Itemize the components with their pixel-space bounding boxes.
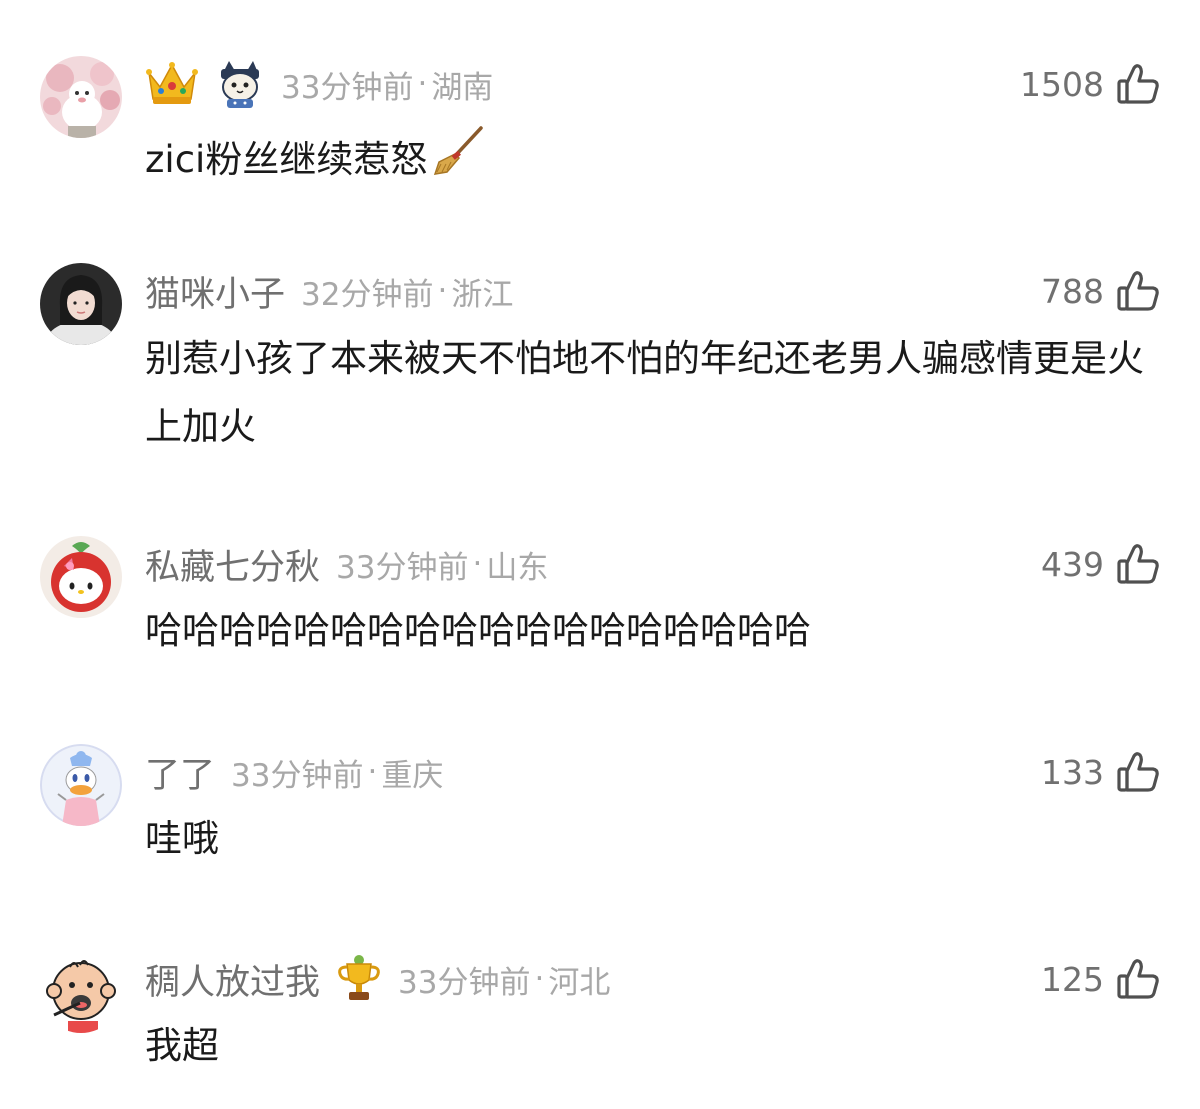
comment-item: 私藏七分秋 33分钟前 · 山东 439 哈哈哈哈哈哈哈哈哈哈哈哈哈哈哈哈哈哈 — [0, 536, 1200, 666]
like-count: 133 — [1041, 752, 1104, 792]
user-avatar[interactable] — [40, 56, 122, 138]
username[interactable]: 稠人放过我 — [145, 954, 320, 1005]
comment-location: 河北 — [548, 964, 611, 1001]
like-button[interactable]: 125 — [1041, 953, 1160, 1005]
username[interactable]: 了了 — [145, 747, 215, 798]
avatar-image-icon — [40, 263, 122, 345]
comment-text: 哈哈哈哈哈哈哈哈哈哈哈哈哈哈哈哈哈哈 — [145, 609, 811, 652]
avatar-image-icon — [40, 951, 122, 1033]
comment-item: 33分钟前 · 湖南 1508 zici粉丝继续惹怒 — [0, 56, 1200, 186]
comment-time: 33分钟前 — [281, 69, 414, 106]
thumbs-up-icon — [1116, 957, 1160, 1001]
broom-icon — [431, 124, 485, 199]
comment-time: 33分钟前 — [398, 964, 531, 1001]
avatar-image-icon — [40, 744, 122, 826]
comment-item: 稠人放过我 33分钟前 · 河北 125 我超 — [0, 951, 1200, 1081]
comment-text: 我超 — [145, 1024, 219, 1067]
crown-icon — [145, 61, 199, 107]
comment-meta: 33分钟前 · 湖南 — [145, 58, 493, 110]
meta-separator: · — [534, 961, 545, 997]
like-button[interactable]: 439 — [1041, 538, 1160, 590]
user-avatar[interactable] — [40, 951, 122, 1033]
cat-sticker-icon — [215, 59, 265, 109]
comment-meta: 猫咪小子 32分钟前 · 浙江 — [145, 265, 513, 317]
user-avatar[interactable] — [40, 536, 122, 618]
comment-item: 猫咪小子 32分钟前 · 浙江 788 别惹小孩了本来被天不怕地不怕的年纪还老男… — [0, 263, 1200, 463]
comment-item: 了了 33分钟前 · 重庆 133 哇哦 — [0, 744, 1200, 874]
user-avatar[interactable] — [40, 263, 122, 345]
avatar-image-icon — [40, 536, 122, 618]
comment-text: zici粉丝继续惹怒 — [145, 124, 1155, 199]
thumbs-up-icon — [1116, 62, 1160, 106]
meta-separator: · — [437, 273, 448, 309]
comment-text: 别惹小孩了本来被天不怕地不怕的年纪还老男人骗感情更是火上加火 — [145, 337, 1144, 448]
comment-meta: 私藏七分秋 33分钟前 · 山东 — [145, 538, 548, 590]
meta-separator: · — [417, 66, 428, 102]
comment-location: 重庆 — [381, 757, 444, 794]
comment-location: 浙江 — [451, 276, 514, 313]
like-count: 1508 — [1020, 64, 1104, 104]
user-avatar[interactable] — [40, 744, 122, 826]
like-button[interactable]: 133 — [1041, 746, 1160, 798]
like-count: 125 — [1041, 959, 1104, 999]
thumbs-up-icon — [1116, 269, 1160, 313]
comment-text-content: zici粉丝继续惹怒 — [145, 138, 428, 181]
comment-meta: 稠人放过我 33分钟前 · 河北 — [145, 953, 610, 1005]
comment-time: 33分钟前 — [231, 757, 364, 794]
thumbs-up-icon — [1116, 542, 1160, 586]
comment-location: 湖南 — [431, 69, 494, 106]
like-button[interactable]: 788 — [1041, 265, 1160, 317]
avatar-image-icon — [40, 56, 122, 138]
comment-meta: 了了 33分钟前 · 重庆 — [145, 746, 443, 798]
meta-separator: · — [472, 546, 483, 582]
comment-time: 33分钟前 — [336, 549, 469, 586]
like-count: 439 — [1041, 544, 1104, 584]
like-count: 788 — [1041, 271, 1104, 311]
comment-text: 哇哦 — [145, 817, 219, 860]
like-button[interactable]: 1508 — [1020, 58, 1160, 110]
trophy-icon — [336, 954, 382, 1004]
username[interactable]: 猫咪小子 — [145, 266, 285, 317]
thumbs-up-icon — [1116, 750, 1160, 794]
comment-location: 山东 — [486, 549, 549, 586]
username[interactable]: 私藏七分秋 — [145, 539, 320, 590]
comment-time: 32分钟前 — [301, 276, 434, 313]
meta-separator: · — [367, 754, 378, 790]
